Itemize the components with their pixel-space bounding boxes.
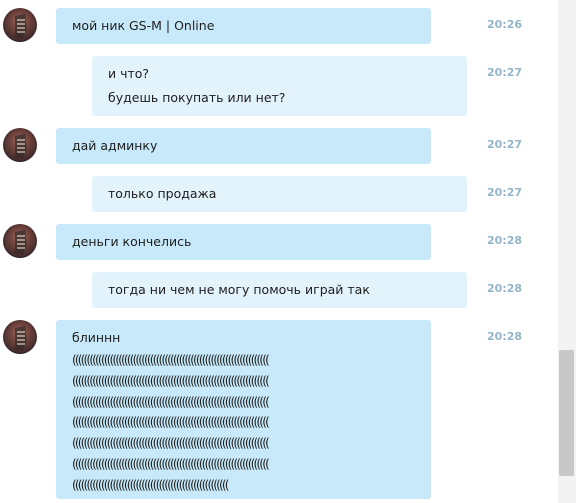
message-bubble-incoming: деньги кончелись	[56, 224, 431, 260]
message-bubble-incoming: мой ник GS-M | Online	[56, 8, 431, 44]
message-text: ((((((((((((((((((((((((((((((((((((((((…	[72, 353, 270, 367]
message-time: 20:27	[487, 186, 523, 199]
message-bubble-incoming: блиннн (((((((((((((((((((((((((((((((((…	[56, 320, 431, 499]
message-text: ((((((((((((((((((((((((((((((((((((((((…	[72, 394, 270, 409]
message-text: деньги кончелись	[72, 234, 192, 249]
message-time: 20:27	[487, 66, 523, 79]
avatar[interactable]	[3, 8, 37, 42]
message-text: дай админку	[72, 138, 158, 153]
message-text: только продажа	[108, 186, 217, 201]
message-time: 20:28	[487, 282, 523, 295]
message-time: 20:26	[487, 18, 523, 31]
message-text: ((((((((((((((((((((((((((((((((((((((((…	[72, 477, 229, 492]
message-bubble-outgoing: тогда ни чем не могу помочь играй так	[92, 272, 467, 308]
scrollbar[interactable]	[558, 0, 576, 503]
message-text: будешь покупать или нет?	[108, 90, 286, 105]
message-text: ((((((((((((((((((((((((((((((((((((((((…	[72, 415, 270, 430]
avatar[interactable]	[3, 320, 37, 354]
message-bubble-incoming: дай админку	[56, 128, 431, 164]
message-text: мой ник GS-M | Online	[72, 18, 215, 33]
message-text: ((((((((((((((((((((((((((((((((((((((((…	[72, 373, 270, 388]
message-text: блиннн	[72, 330, 121, 345]
avatar[interactable]	[3, 128, 37, 162]
message-time: 20:28	[487, 234, 523, 247]
scrollbar-thumb[interactable]	[559, 350, 574, 476]
message-text: и что?	[108, 66, 150, 81]
message-time: 20:28	[487, 330, 523, 343]
message-text: ((((((((((((((((((((((((((((((((((((((((…	[72, 456, 270, 471]
avatar[interactable]	[3, 224, 37, 258]
message-bubble-outgoing: только продажа	[92, 176, 467, 212]
message-time: 20:27	[487, 138, 523, 151]
message-text: ((((((((((((((((((((((((((((((((((((((((…	[72, 436, 270, 451]
message-text: тогда ни чем не могу помочь играй так	[108, 282, 370, 297]
message-bubble-outgoing: и что? будешь покупать или нет?	[92, 56, 467, 116]
